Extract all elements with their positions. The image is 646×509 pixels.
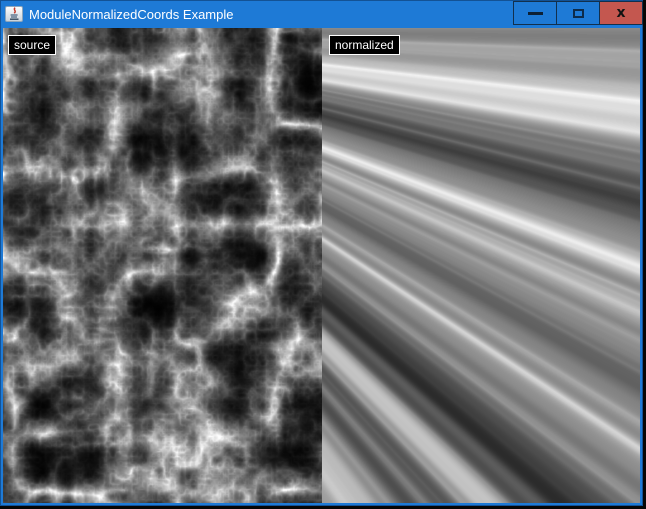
close-button[interactable]: x <box>599 1 643 25</box>
normalized-panel: normalized <box>322 28 640 503</box>
maximize-button[interactable] <box>556 1 600 25</box>
title-bar[interactable]: ModuleNormalizedCoords Example x <box>0 0 643 28</box>
java-coffee-cup-glyph <box>7 7 21 21</box>
source-texture-canvas <box>3 28 322 503</box>
normalized-texture-canvas <box>322 28 640 503</box>
source-panel: source <box>3 28 322 503</box>
java-coffee-cup-icon[interactable] <box>5 6 23 22</box>
minimize-icon <box>528 12 543 15</box>
close-icon: x <box>616 6 625 20</box>
content-area: source normalized <box>3 28 640 503</box>
normalized-label: normalized <box>329 35 400 55</box>
window-controls: x <box>514 1 643 25</box>
maximize-icon <box>573 9 584 18</box>
app-window: ModuleNormalizedCoords Example x source … <box>0 0 643 506</box>
window-title: ModuleNormalizedCoords Example <box>29 7 233 22</box>
source-label: source <box>8 35 56 55</box>
minimize-button[interactable] <box>513 1 557 25</box>
